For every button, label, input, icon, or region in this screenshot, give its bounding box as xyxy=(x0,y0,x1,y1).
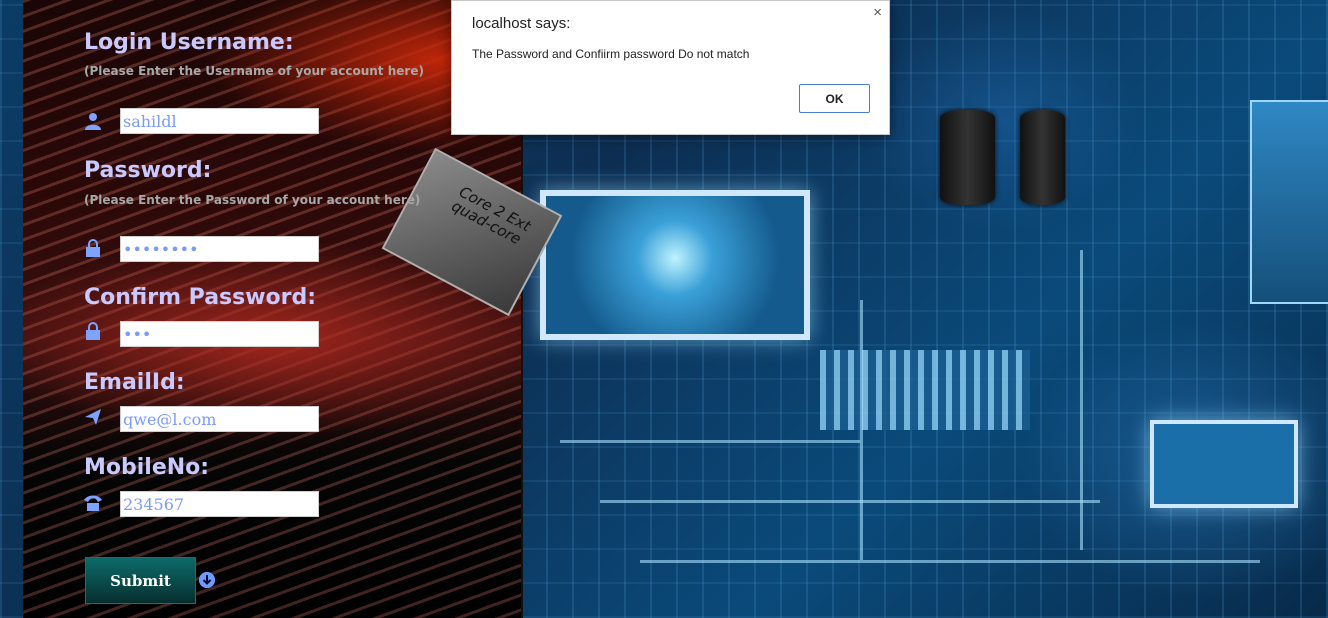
confirm-password-title: Confirm Password: xyxy=(84,285,317,310)
circuit-trace xyxy=(600,500,1100,503)
password-hint: (Please Enter the Password of your accou… xyxy=(84,193,421,207)
username-title: Login Username: xyxy=(84,30,294,55)
circuit-trace xyxy=(860,300,863,560)
username-input[interactable] xyxy=(120,108,319,134)
alert-dialog: localhost says: × The Password and Confi… xyxy=(451,0,890,135)
chip-graphic xyxy=(1150,420,1298,508)
mobile-title: MobileNo: xyxy=(84,455,210,480)
paper-plane-icon xyxy=(83,408,103,426)
arrow-down-circle-icon xyxy=(199,572,215,588)
confirm-password-input[interactable] xyxy=(120,321,319,347)
circuit-trace xyxy=(640,560,1260,563)
ok-button[interactable]: OK xyxy=(799,84,870,113)
password-input[interactable] xyxy=(120,236,319,262)
email-input[interactable] xyxy=(120,406,319,432)
circuit-trace xyxy=(560,440,860,443)
dialog-message: The Password and Confiirm password Do no… xyxy=(472,47,750,61)
email-title: EmailId: xyxy=(84,370,185,395)
capacitor-graphic xyxy=(1020,110,1065,205)
dialog-title: localhost says: xyxy=(472,15,571,32)
close-icon[interactable]: × xyxy=(873,4,882,21)
password-title: Password: xyxy=(84,158,212,183)
component-graphic xyxy=(1250,100,1328,304)
heatsink-graphic xyxy=(820,350,1030,430)
phone-icon xyxy=(83,494,103,512)
user-icon xyxy=(83,112,103,130)
username-hint: (Please Enter the Username of your accou… xyxy=(84,64,424,78)
lock-icon xyxy=(83,322,103,340)
circuit-trace xyxy=(1080,250,1083,550)
lock-icon xyxy=(83,239,103,257)
mobile-input[interactable] xyxy=(120,491,319,517)
submit-button[interactable]: Submit xyxy=(85,557,196,604)
capacitor-graphic xyxy=(940,110,995,205)
glowing-chip-graphic xyxy=(540,190,810,340)
